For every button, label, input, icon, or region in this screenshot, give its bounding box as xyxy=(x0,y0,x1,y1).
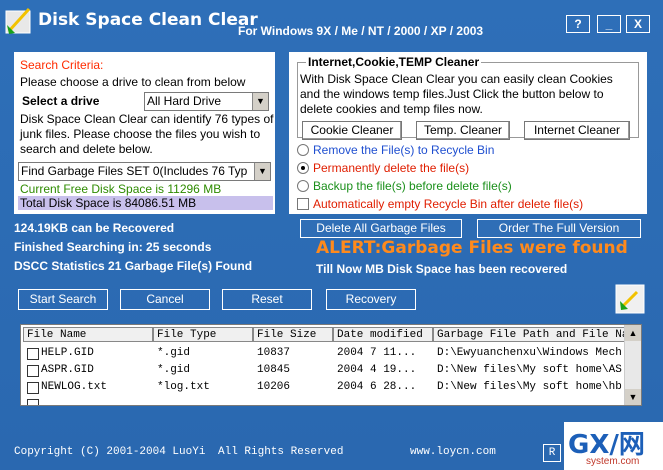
col-file-size[interactable]: File Size xyxy=(253,327,333,342)
cell-path: D:\New files\My soft home\AS... xyxy=(437,364,623,376)
internet-description: With Disk Space Clean Clear you can easi… xyxy=(300,72,613,116)
minimize-button[interactable]: _ xyxy=(597,15,621,33)
temp-cleaner-button[interactable]: Temp. Cleaner xyxy=(416,121,510,140)
cell-file-size: 10845 xyxy=(257,364,291,376)
col-date-modified[interactable]: Date modified xyxy=(333,327,433,342)
cookie-cleaner-button[interactable]: Cookie Cleaner xyxy=(302,121,402,140)
stats-text: DSCC Statistics 21 Garbage File(s) Found xyxy=(14,259,253,273)
row-checkbox[interactable] xyxy=(27,348,39,360)
cell-path: D:\New files\My soft home\hb... xyxy=(437,381,623,393)
table-row[interactable]: ASPR.GID *.gid 10845 2004 4 19... D:\New… xyxy=(21,362,625,379)
option-permanent-delete[interactable]: Permanently delete the file(s) xyxy=(297,161,469,175)
checkbox-empty-recycle[interactable] xyxy=(297,198,309,210)
internet-legend: Internet,Cookie,TEMP Cleaner xyxy=(306,55,482,69)
scroll-up-icon[interactable]: ▲ xyxy=(625,325,641,341)
order-button[interactable]: Order The Full Version xyxy=(477,219,641,238)
recover-text: 124.19KB can be Recovered xyxy=(14,221,175,235)
watermark-logo: GX/网 system.com xyxy=(564,422,663,470)
app-window: Disk Space Clean Clear For Windows 9X / … xyxy=(0,0,663,470)
chevron-down-icon: ▼ xyxy=(252,93,268,110)
platforms-text: For Windows 9X / Me / NT / 2000 / XP / 2… xyxy=(238,24,484,38)
radio-recycle[interactable] xyxy=(297,144,309,156)
col-file-type[interactable]: File Type xyxy=(153,327,253,342)
cell-date: 2004 7 11... xyxy=(337,347,417,359)
drive-label: Select a drive xyxy=(22,94,100,108)
garbage-file-list[interactable]: File Name File Type File Size Date modif… xyxy=(20,324,642,406)
cell-file-name: NEWLOG.txt xyxy=(41,381,108,393)
option-backup-label: Backup the file(s) before delete file(s) xyxy=(313,179,512,193)
search-criteria-panel: Search Criteria: Please choose a drive t… xyxy=(14,52,275,214)
criteria-instruction: Please choose a drive to clean from belo… xyxy=(20,75,246,89)
col-path[interactable]: Garbage File Path and File Name xyxy=(433,327,625,342)
drive-select[interactable]: All Hard Drive ▼ xyxy=(144,92,269,111)
cell-file-type: *log.txt xyxy=(157,381,210,393)
site-link[interactable]: www.loycn.com xyxy=(410,446,496,458)
cell-file-type: *.gid xyxy=(157,347,191,359)
register-button[interactable]: R xyxy=(543,444,561,462)
criteria-description: Disk Space Clean Clear can identify 76 t… xyxy=(20,112,274,156)
table-row[interactable]: HELP.GID *.gid 10837 2004 7 11... D:\Ewy… xyxy=(21,345,625,362)
option-empty-recycle[interactable]: Automatically empty Recycle Bin after de… xyxy=(297,197,583,211)
total-space-text: Total Disk Space is 84086.51 MB xyxy=(18,196,273,210)
till-now-text: Till Now MB Disk Space has been recovere… xyxy=(316,262,568,276)
copyright-text: Copyright (C) 2001-2004 LuoYi xyxy=(14,446,206,458)
option-delete-label: Permanently delete the file(s) xyxy=(313,161,470,175)
fileset-select-value: Find Garbage Files SET 0(Includes 76 Typ xyxy=(21,164,248,178)
option-recycle[interactable]: Remove the File(s) to Recycle Bin xyxy=(297,143,494,157)
scroll-down-icon[interactable]: ▼ xyxy=(625,389,641,405)
cancel-button[interactable]: Cancel xyxy=(120,289,210,310)
criteria-heading: Search Criteria: xyxy=(20,58,104,72)
fileset-select[interactable]: Find Garbage Files SET 0(Includes 76 Typ… xyxy=(18,162,271,181)
cell-file-size: 10206 xyxy=(257,381,291,393)
option-recycle-label: Remove the File(s) to Recycle Bin xyxy=(313,143,495,157)
recovery-button[interactable]: Recovery xyxy=(326,289,416,310)
radio-permanent-delete[interactable] xyxy=(297,162,309,174)
row-checkbox[interactable] xyxy=(27,382,39,394)
internet-cleaner-panel: Internet,Cookie,TEMP Cleaner With Disk S… xyxy=(289,52,647,214)
list-scrollbar[interactable]: ▲ ▼ xyxy=(624,325,641,405)
row-checkbox[interactable] xyxy=(27,399,39,405)
row-checkbox[interactable] xyxy=(27,365,39,377)
alert-text: ALERT:Garbage Files were found xyxy=(316,238,628,258)
cell-date: 2004 4 19... xyxy=(337,364,417,376)
close-button[interactable]: X xyxy=(626,15,650,33)
drive-select-value: All Hard Drive xyxy=(147,94,222,108)
cell-file-name: HELP.GID xyxy=(41,347,94,359)
rights-text: All Rights Reserved xyxy=(218,446,344,458)
internet-cleaner-button[interactable]: Internet Cleaner xyxy=(524,121,630,140)
cell-path: D:\Ewyuanchenxu\Windows Mech... xyxy=(437,347,623,359)
cell-file-name: ASPR.GID xyxy=(41,364,94,376)
broom-logo-icon xyxy=(5,7,31,34)
help-button[interactable]: ? xyxy=(566,15,590,33)
table-row[interactable]: NEWLOG.txt *log.txt 10206 2004 6 28... D… xyxy=(21,379,625,396)
table-row-partial[interactable] xyxy=(21,396,625,405)
radio-backup[interactable] xyxy=(297,180,309,192)
chevron-down-icon: ▼ xyxy=(254,163,270,180)
cell-date: 2004 6 28... xyxy=(337,381,417,393)
start-search-button[interactable]: Start Search xyxy=(18,289,108,310)
option-backup[interactable]: Backup the file(s) before delete file(s) xyxy=(297,179,512,193)
free-space-text: Current Free Disk Space is 11296 MB xyxy=(20,182,222,196)
watermark-site: system.com xyxy=(586,456,640,467)
cell-file-size: 10837 xyxy=(257,347,291,359)
reset-button[interactable]: Reset xyxy=(222,289,312,310)
internet-fieldset: Internet,Cookie,TEMP Cleaner With Disk S… xyxy=(297,55,639,140)
col-file-name[interactable]: File Name xyxy=(23,327,153,342)
clean-tool-icon[interactable] xyxy=(615,284,645,314)
finished-text: Finished Searching in: 25 seconds xyxy=(14,240,212,254)
delete-all-button[interactable]: Delete All Garbage Files xyxy=(300,219,462,238)
app-title: Disk Space Clean Clear xyxy=(38,10,258,30)
option-empty-label: Automatically empty Recycle Bin after de… xyxy=(313,197,584,211)
cell-file-type: *.gid xyxy=(157,364,191,376)
